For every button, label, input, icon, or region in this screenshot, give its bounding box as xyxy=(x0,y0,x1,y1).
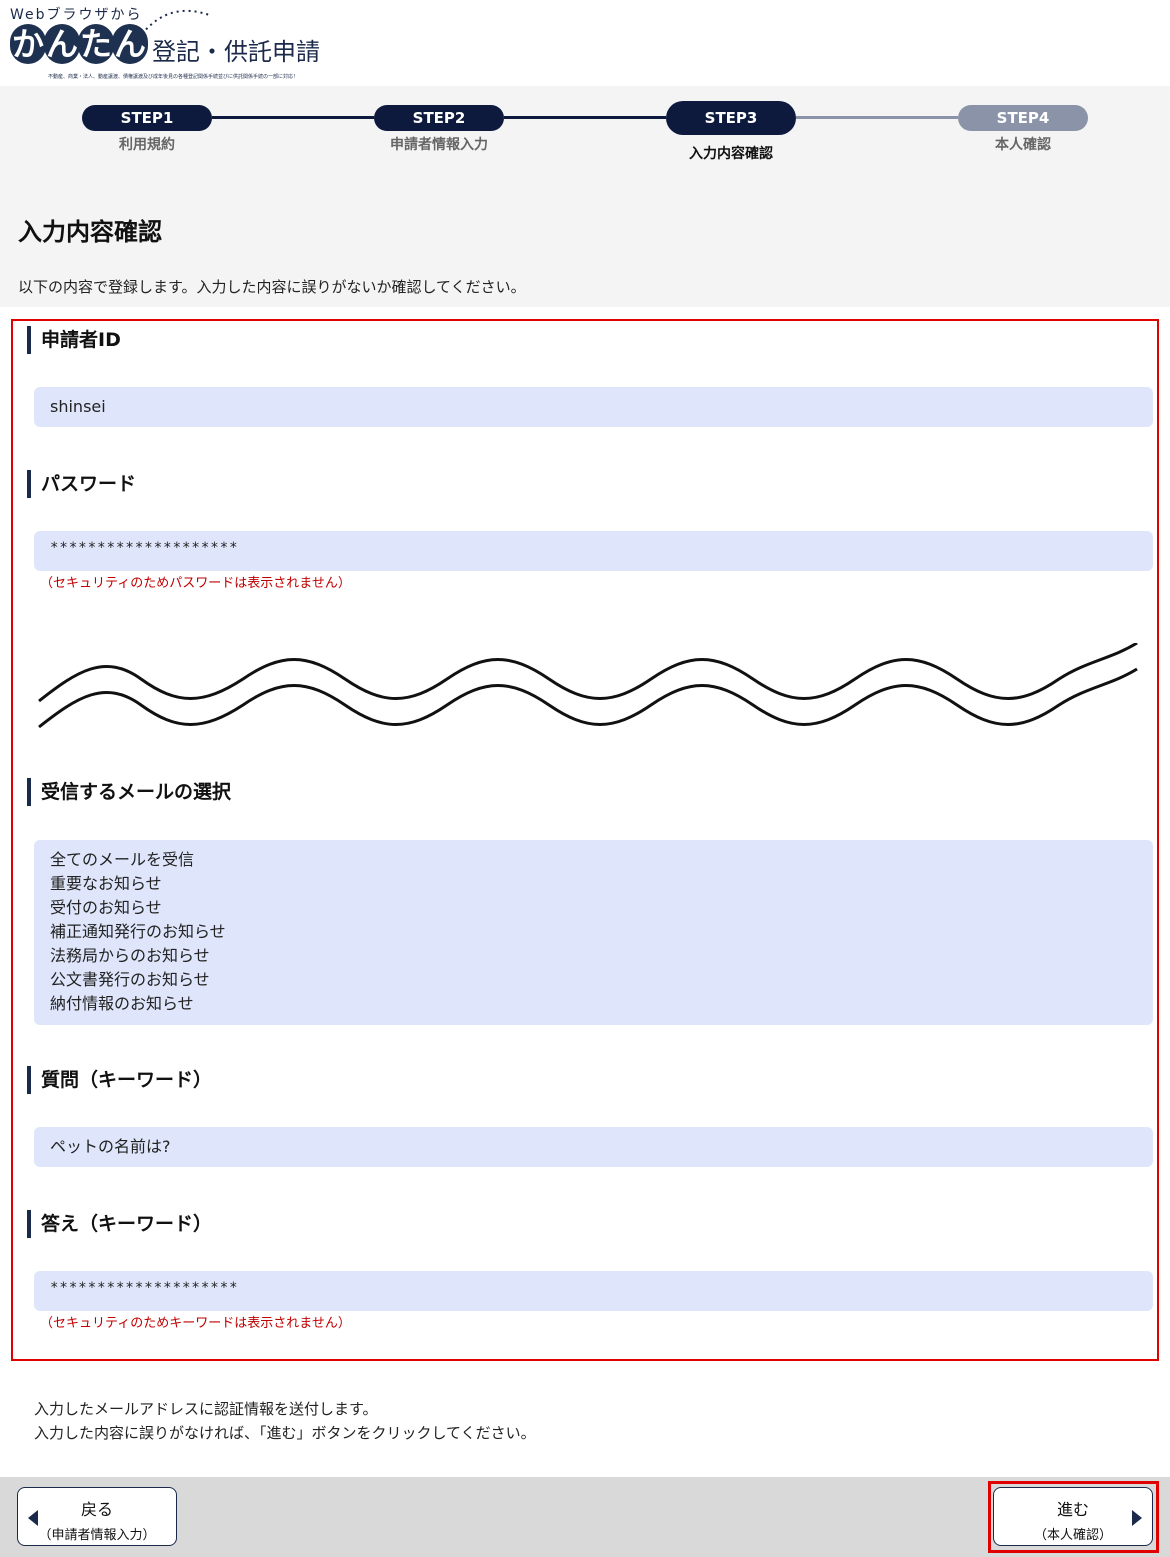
answer-note: （セキュリティのためキーワードは表示されません） xyxy=(40,1316,351,1331)
mail-item: 受付のお知らせ xyxy=(50,898,162,917)
step-connector xyxy=(504,116,666,119)
step-4: STEP4 本人確認 xyxy=(958,105,1088,154)
section-title-password: パスワード xyxy=(27,470,136,498)
step-label: 利用規約 xyxy=(119,137,175,153)
step-label: 本人確認 xyxy=(995,137,1051,153)
step-1: STEP1 利用規約 xyxy=(82,105,212,154)
step-2: STEP2 申請者情報入力 xyxy=(374,105,504,154)
step-pill: STEP2 xyxy=(374,105,504,131)
mail-item: 重要なお知らせ xyxy=(50,874,162,893)
logo-subtext: 不動産、商業・法人、動産譲渡、債権譲渡及び成年後見の各種登記関係手続並びに供託関… xyxy=(48,74,299,80)
page-title: 入力内容確認 xyxy=(18,218,162,246)
mail-item: 公文書発行のお知らせ xyxy=(50,970,210,989)
footer-instructions: 入力したメールアドレスに認証情報を送付します。 入力した内容に誤りがなければ、「… xyxy=(34,1397,536,1445)
confirmation-panel: 申請者ID shinsei パスワード ********************… xyxy=(11,319,1159,1361)
next-button-label: 進む xyxy=(1056,1500,1089,1519)
step-pill: STEP1 xyxy=(82,105,212,131)
logo-main-text: 登記・供託申請 xyxy=(152,38,320,66)
logo-kantan: か ん た ん xyxy=(10,24,148,68)
answer-value: ******************** xyxy=(34,1271,1153,1311)
bottom-nav-bar: 戻る （申請者情報入力） 進む （本人確認） xyxy=(0,1477,1170,1557)
section-break-wave-icon xyxy=(38,643,1138,729)
section-title-answer: 答え（キーワード） xyxy=(27,1210,212,1238)
question-value: ペットの名前は? xyxy=(34,1127,1153,1167)
back-button[interactable]: 戻る （申請者情報入力） xyxy=(17,1487,177,1546)
mail-item: 全てのメールを受信 xyxy=(50,850,195,869)
logo-char: か xyxy=(10,24,46,64)
next-button-sublabel: （本人確認） xyxy=(1033,1528,1112,1543)
mail-item: 補正通知発行のお知らせ xyxy=(50,922,226,941)
section-title-mail: 受信するメールの選択 xyxy=(27,778,231,806)
step-label: 申請者情報入力 xyxy=(390,137,488,153)
logo-char: ん xyxy=(112,24,148,64)
footer-line: 入力したメールアドレスに認証情報を送付します。 xyxy=(34,1400,378,1418)
intro-text: 以下の内容で登録します。入力した内容に誤りがないか確認してください。 xyxy=(18,278,526,296)
applicant-id-value: shinsei xyxy=(34,387,1153,427)
triangle-left-icon xyxy=(28,1510,38,1526)
triangle-right-icon xyxy=(1132,1510,1142,1526)
mail-item: 納付情報のお知らせ xyxy=(50,994,194,1013)
logo-char: た xyxy=(78,24,114,64)
site-header: Webブラウザから か ん た ん 登記・供託申請 不動産、商業・法人、動産譲渡… xyxy=(0,0,1170,86)
step-pill: STEP3 xyxy=(666,101,796,135)
footer-line: 入力した内容に誤りがなければ、「進む」ボタンをクリックしてください。 xyxy=(34,1424,536,1442)
mail-item: 法務局からのお知らせ xyxy=(50,946,210,965)
logo-tagline: Webブラウザから xyxy=(10,7,143,23)
password-value: ******************** xyxy=(34,531,1153,571)
step-pill: STEP4 xyxy=(958,105,1088,131)
step-connector xyxy=(212,116,374,119)
back-button-sublabel: （申請者情報入力） xyxy=(38,1528,156,1543)
password-note: （セキュリティのためパスワードは表示されません） xyxy=(40,576,351,591)
section-title-question: 質問（キーワード） xyxy=(27,1066,212,1094)
step-3-current: STEP3 入力内容確認 xyxy=(666,101,796,163)
logo-char: ん xyxy=(44,24,80,64)
step-connector xyxy=(796,116,958,119)
next-button[interactable]: 進む （本人確認） xyxy=(993,1487,1153,1546)
back-button-label: 戻る xyxy=(80,1500,113,1519)
section-title-applicant-id: 申請者ID xyxy=(27,326,121,354)
mail-selection-list: 全てのメールを受信 重要なお知らせ 受付のお知らせ 補正通知発行のお知らせ 法務… xyxy=(34,840,1153,1025)
step-label: 入力内容確認 xyxy=(689,146,773,162)
